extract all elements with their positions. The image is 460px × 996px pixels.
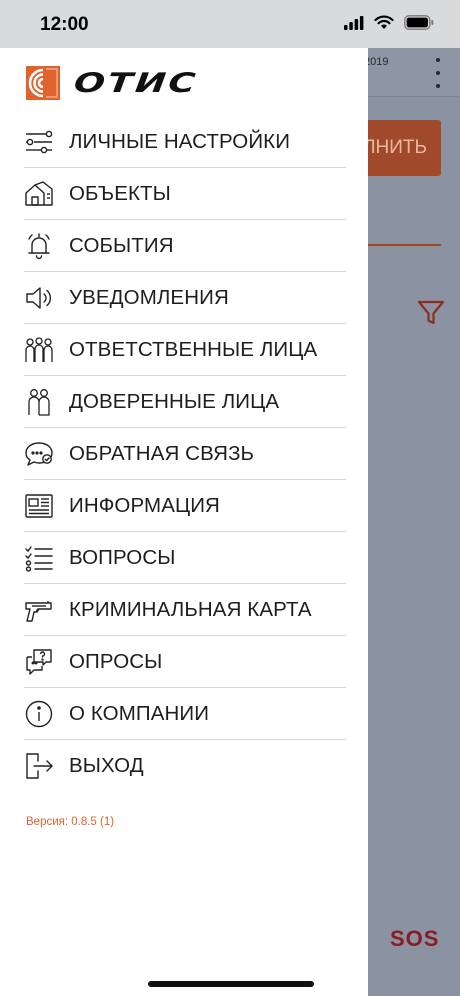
menu-item-trusted-persons[interactable]: ДОВЕРЕННЫЕ ЛИЦА: [24, 376, 346, 428]
menu-item-label: УВЕДОМЛЕНИЯ: [69, 285, 229, 309]
menu-item-label: ИНФОРМАЦИЯ: [69, 493, 220, 517]
menu-item-label: СОБЫТИЯ: [69, 233, 174, 257]
info-icon: [24, 699, 54, 729]
people-pair-icon: [24, 387, 54, 417]
navigation-drawer: ОТИС ЛИЧНЫЕ НАСТРОЙКИ ОБЪЕКТЫ СОБЫТИЯ УВ…: [0, 48, 368, 996]
logout-icon: [24, 751, 54, 781]
people-group-icon: [24, 335, 54, 365]
menu-item-label: ОПРОСЫ: [69, 649, 163, 673]
speaker-icon: [24, 283, 54, 313]
filter-icon[interactable]: [416, 298, 446, 328]
status-time: 12:00: [40, 14, 89, 35]
logo-text: ОТИС: [72, 67, 200, 99]
home-indicator[interactable]: [148, 981, 314, 987]
app-version: Версия: 0.8.5 (1): [26, 816, 115, 828]
menu-item-label: ОБРАТНАЯ СВЯЗЬ: [69, 441, 255, 465]
menu-item-label: ДОВЕРЕННЫЕ ЛИЦА: [69, 389, 280, 413]
logo-mark-icon: [26, 66, 60, 100]
sliders-icon: [24, 127, 54, 157]
menu-item-label: КРИМИНАЛЬНАЯ КАРТА: [69, 597, 312, 621]
menu-item-logout[interactable]: ВЫХОД: [24, 740, 346, 792]
menu-item-label: ОТВЕТСТВЕННЫЕ ЛИЦА: [69, 337, 318, 361]
menu-item-feedback[interactable]: ОБРАТНАЯ СВЯЗЬ: [24, 428, 346, 480]
checklist-icon: [24, 543, 54, 573]
menu-item-objects[interactable]: ОБЪЕКТЫ: [24, 168, 346, 220]
survey-bubble-icon: [24, 647, 54, 677]
menu-item-surveys[interactable]: ОПРОСЫ: [24, 636, 346, 688]
menu-item-label: О КОМПАНИИ: [69, 701, 210, 725]
menu-item-questions[interactable]: ВОПРОСЫ: [24, 532, 346, 584]
chat-bubble-icon: [24, 439, 54, 469]
menu-item-crime-map[interactable]: КРИМИНАЛЬНАЯ КАРТА: [24, 584, 346, 636]
menu-item-events[interactable]: СОБЫТИЯ: [24, 220, 346, 272]
status-icons: [344, 15, 434, 30]
menu-item-label: ВОПРОСЫ: [69, 545, 176, 569]
background-action-button-label: ЛНИТЬ: [363, 137, 427, 158]
status-bar: 12:00: [0, 0, 460, 48]
menu-item-label: ЛИЧНЫЕ НАСТРОЙКИ: [69, 129, 291, 153]
battery-icon: [404, 15, 434, 30]
company-logo: ОТИС: [26, 66, 200, 100]
menu-item-label: ОБЪЕКТЫ: [69, 181, 171, 205]
menu-item-information[interactable]: ИНФОРМАЦИЯ: [24, 480, 346, 532]
more-options-icon[interactable]: [430, 58, 446, 88]
menu-item-label: ВЫХОД: [69, 754, 144, 777]
menu-item-responsible-persons[interactable]: ОТВЕТСТВЕННЫЕ ЛИЦА: [24, 324, 346, 376]
buildings-icon: [24, 179, 54, 209]
drawer-menu: ЛИЧНЫЕ НАСТРОЙКИ ОБЪЕКТЫ СОБЫТИЯ УВЕДОМЛ…: [0, 116, 368, 792]
alarm-bell-icon: [24, 231, 54, 261]
signal-icon: [344, 15, 364, 30]
menu-item-about-company[interactable]: О КОМПАНИИ: [24, 688, 346, 740]
menu-item-personal-settings[interactable]: ЛИЧНЫЕ НАСТРОЙКИ: [24, 116, 346, 168]
menu-item-notifications[interactable]: УВЕДОМЛЕНИЯ: [24, 272, 346, 324]
sos-button[interactable]: SOS: [390, 926, 439, 952]
wifi-icon: [374, 15, 394, 29]
pistol-icon: [24, 595, 54, 625]
newspaper-icon: [24, 491, 54, 521]
